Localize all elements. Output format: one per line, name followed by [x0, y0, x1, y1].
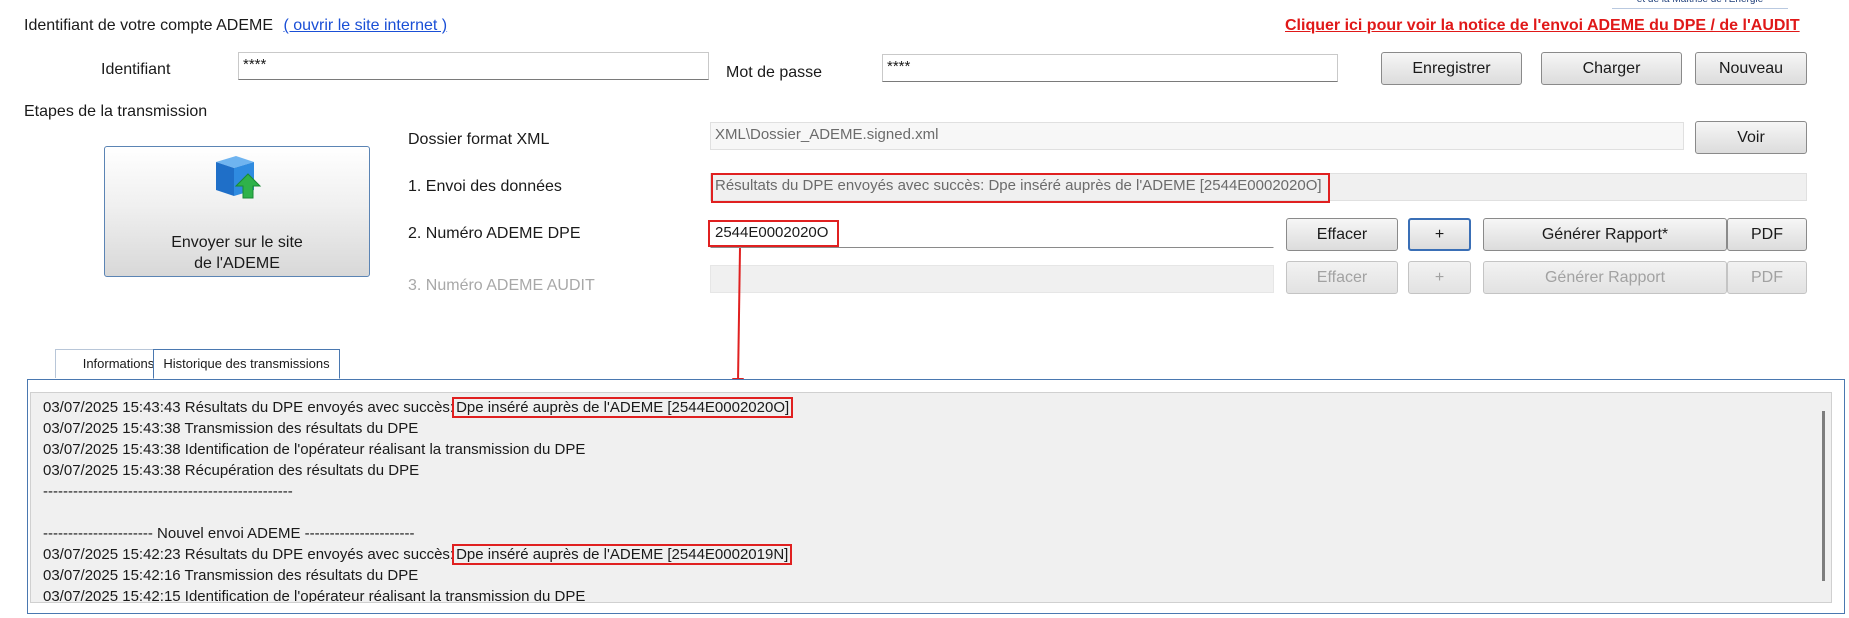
step1-highlight-box: [711, 173, 1330, 203]
tab-historique[interactable]: Historique des transmissions: [153, 349, 340, 379]
log-line: 03/07/2025 15:42:15 Identification de l'…: [31, 586, 1831, 603]
log-line: 03/07/2025 15:42:23 Résultats du DPE env…: [31, 544, 1831, 565]
xml-folder-field: XML\Dossier_ADEME.signed.xml: [710, 122, 1684, 150]
log-section-header: ---------------------- Nouvel envoi ADEM…: [31, 523, 1831, 544]
log-line: 03/07/2025 15:43:38 Transmission des rés…: [31, 418, 1831, 439]
dpe-pdf-button[interactable]: PDF: [1727, 218, 1807, 251]
box-upload-icon: [216, 156, 262, 199]
log-line: 03/07/2025 15:43:38 Récupération des rés…: [31, 460, 1831, 481]
steps-title: Etapes de la transmission: [24, 103, 208, 120]
log-line: 03/07/2025 15:42:16 Transmission des rés…: [31, 565, 1831, 586]
new-button[interactable]: Nouveau: [1695, 52, 1807, 85]
log-lines: 03/07/2025 15:43:43 Résultats du DPE env…: [31, 393, 1831, 603]
log-line-text: 03/07/2025 15:42:23 Résultats du DPE env…: [43, 546, 455, 563]
audit-number-field: [710, 265, 1274, 293]
account-label-text: Identifiant de votre compte ADEME: [24, 17, 274, 34]
dpe-plus-button[interactable]: +: [1408, 218, 1471, 251]
log-line-text: 03/07/2025 15:42:16 Transmission des rés…: [43, 567, 419, 584]
log-line-text: 03/07/2025 15:42:15 Identification de l'…: [43, 588, 586, 603]
audit-pdf-button: PDF: [1727, 261, 1807, 294]
password-input[interactable]: ****: [882, 54, 1338, 82]
log-line: 03/07/2025 15:43:43 Résultats du DPE env…: [31, 397, 1831, 418]
log-scrollbar[interactable]: [1817, 393, 1831, 602]
identifiant-label: Identifiant: [101, 61, 171, 78]
transmission-log: 03/07/2025 15:43:43 Résultats du DPE env…: [30, 392, 1832, 603]
view-button[interactable]: Voir: [1695, 121, 1807, 154]
audit-plus-button: +: [1408, 261, 1471, 294]
annotation-arrow: [732, 247, 744, 390]
send-button-line2: de l'ADEME: [194, 255, 280, 272]
save-button[interactable]: Enregistrer: [1381, 52, 1522, 85]
log-line-text: ---------------------- Nouvel envoi ADEM…: [43, 525, 415, 542]
log-blank: [31, 502, 1831, 523]
log-line-text: 03/07/2025 15:43:38 Récupération des rés…: [43, 462, 420, 479]
log-scrollbar-thumb[interactable]: [1822, 411, 1825, 581]
log-line-highlight: Dpe inséré auprès de l'ADEME [2544E00020…: [452, 397, 794, 418]
audit-clear-button: Effacer: [1286, 261, 1398, 294]
log-line-text: 03/07/2025 15:43:38 Transmission des rés…: [43, 420, 419, 437]
step2-label: 2. Numéro ADEME DPE: [408, 225, 581, 242]
step3-label: 3. Numéro ADEME AUDIT: [408, 277, 595, 294]
account-label: Identifiant de votre compte ADEME ( ouvr…: [24, 17, 447, 35]
send-button-label: Envoyer sur le site de l'ADEME: [105, 232, 369, 274]
log-line-text: ----------------------------------------…: [43, 483, 293, 500]
xml-folder-label: Dossier format XML: [408, 131, 550, 148]
log-separator: ----------------------------------------…: [31, 481, 1831, 502]
ademe-logo-fragment: et de la Maîtrise de l'Énergie: [1612, 0, 1788, 9]
dpe-number-highlight-box: [708, 220, 839, 247]
load-button[interactable]: Charger: [1541, 52, 1682, 85]
log-line-highlight: Dpe inséré auprès de l'ADEME [2544E00020…: [452, 544, 793, 565]
password-label: Mot de passe: [726, 64, 823, 81]
audit-generate-report-button: Générer Rapport: [1483, 261, 1727, 294]
log-line: 03/07/2025 15:43:38 Identification de l'…: [31, 439, 1831, 460]
notice-link[interactable]: Cliquer ici pour voir la notice de l'env…: [1285, 17, 1800, 35]
identifiant-input[interactable]: ****: [238, 52, 709, 80]
dpe-generate-report-button[interactable]: Générer Rapport*: [1483, 218, 1727, 251]
open-site-link[interactable]: ( ouvrir le site internet ): [283, 17, 447, 34]
step1-label: 1. Envoi des données: [408, 178, 562, 195]
dpe-clear-button[interactable]: Effacer: [1286, 218, 1398, 251]
log-line-text: 03/07/2025 15:43:43 Résultats du DPE env…: [43, 399, 455, 416]
send-button-line1: Envoyer sur le site: [171, 234, 303, 251]
send-to-ademe-button[interactable]: Envoyer sur le site de l'ADEME: [104, 146, 370, 277]
log-line-text: 03/07/2025 15:43:38 Identification de l'…: [43, 441, 586, 458]
